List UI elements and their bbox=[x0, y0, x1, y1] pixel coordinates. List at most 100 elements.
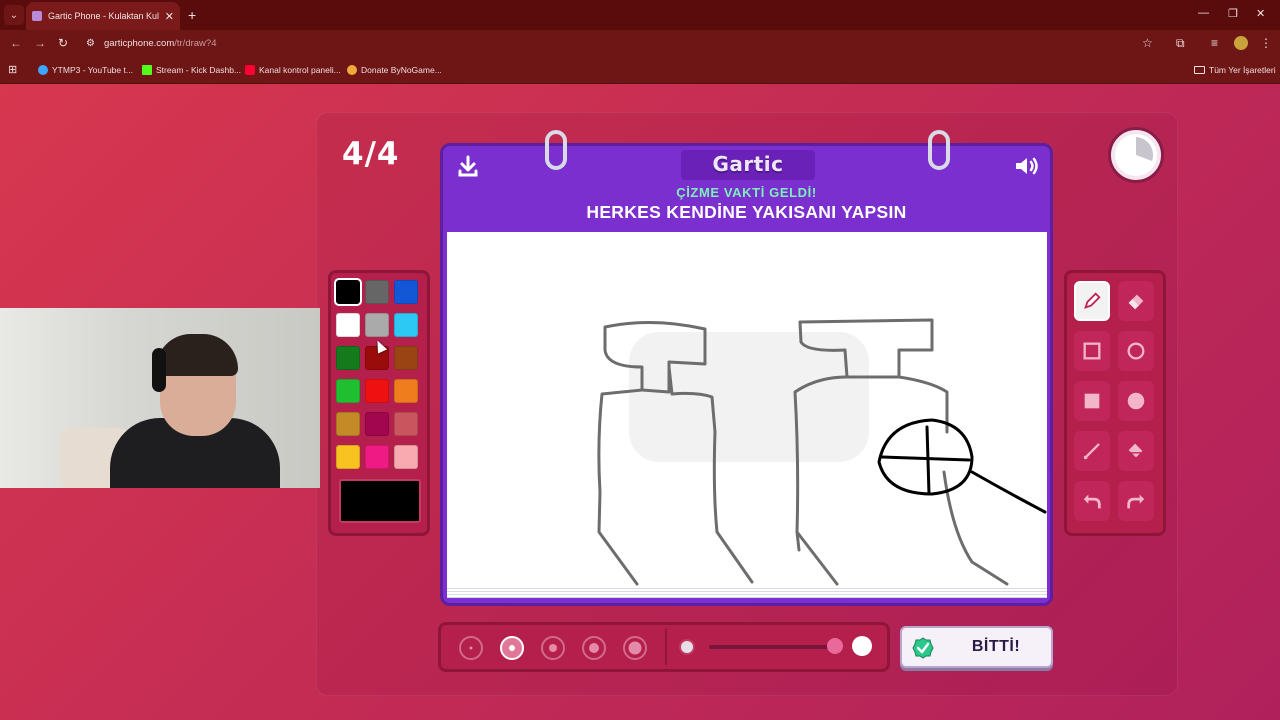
line-icon bbox=[1083, 443, 1100, 460]
done-button[interactable]: BİTTİ! bbox=[900, 626, 1053, 668]
browser-tab[interactable]: Gartic Phone - Kulaktan Kulağa ✕ bbox=[26, 2, 180, 30]
apps-icon[interactable]: ⊞ bbox=[8, 63, 17, 76]
color-swatch[interactable] bbox=[336, 445, 360, 469]
bookmark-item[interactable]: Kanal kontrol paneli... bbox=[245, 65, 341, 75]
ellipse-outline-tool[interactable] bbox=[1118, 331, 1154, 371]
square-filled-icon bbox=[1084, 393, 1100, 409]
webcam-overlay bbox=[0, 308, 320, 488]
back-icon[interactable]: ← bbox=[10, 36, 22, 50]
binder-ring-right bbox=[928, 130, 950, 170]
url-path: /tr/draw?4 bbox=[174, 38, 217, 49]
color-swatch[interactable] bbox=[365, 445, 389, 469]
timer-icon bbox=[1111, 130, 1161, 180]
undo-icon bbox=[1083, 494, 1101, 509]
color-swatch[interactable] bbox=[365, 412, 389, 436]
sound-icon[interactable] bbox=[1013, 154, 1041, 178]
color-swatch[interactable] bbox=[365, 379, 389, 403]
gartic-favicon-icon bbox=[32, 11, 42, 21]
minimize-icon[interactable]: — bbox=[1198, 7, 1209, 19]
undo-button[interactable] bbox=[1074, 481, 1110, 521]
profile-avatar[interactable] bbox=[1234, 36, 1248, 50]
color-swatch[interactable] bbox=[365, 313, 389, 337]
bookmark-label: Stream - Kick Dashb... bbox=[156, 65, 242, 75]
rectangle-fill-tool[interactable] bbox=[1074, 381, 1110, 421]
color-swatch[interactable] bbox=[336, 346, 360, 370]
brush-size-3[interactable] bbox=[541, 636, 565, 660]
color-swatch[interactable] bbox=[336, 379, 360, 403]
bookmark-star-icon[interactable]: ☆ bbox=[1142, 36, 1153, 50]
bookmark-label: Kanal kontrol paneli... bbox=[259, 65, 341, 75]
youtube-mp3-icon bbox=[38, 65, 48, 75]
reload-icon[interactable]: ↻ bbox=[58, 36, 68, 50]
binder-ring-left bbox=[545, 130, 567, 170]
color-swatch[interactable] bbox=[394, 346, 418, 370]
url-field[interactable]: garticphone.com/tr/draw?4 bbox=[104, 38, 216, 49]
rectangle-outline-tool[interactable] bbox=[1074, 331, 1110, 371]
color-swatch[interactable] bbox=[394, 313, 418, 337]
circle-filled-icon bbox=[1127, 392, 1145, 410]
site-info-icon[interactable]: ⚙ bbox=[86, 38, 95, 49]
all-bookmarks[interactable]: Tüm Yer İşaretleri bbox=[1194, 65, 1276, 75]
opacity-slider-handle[interactable] bbox=[827, 638, 843, 654]
fill-bucket-tool[interactable] bbox=[1118, 431, 1154, 471]
bookmark-label: YTMP3 - YouTube t... bbox=[52, 65, 133, 75]
line-tool[interactable] bbox=[1074, 431, 1110, 471]
square-outline-icon bbox=[1083, 342, 1101, 360]
bookmark-item[interactable]: Donate ByNoGame... bbox=[347, 65, 442, 75]
brush-size-5[interactable] bbox=[623, 636, 647, 660]
bookmark-item[interactable]: Stream - Kick Dashb... bbox=[142, 65, 241, 75]
color-swatch[interactable] bbox=[365, 280, 389, 304]
round-counter: 4/4 bbox=[342, 136, 400, 172]
all-bookmarks-label: Tüm Yer İşaretleri bbox=[1209, 65, 1276, 75]
menu-icon[interactable]: ⋮ bbox=[1260, 36, 1272, 50]
media-icon[interactable]: ≡ bbox=[1211, 36, 1218, 50]
bookmark-item[interactable]: YTMP3 - YouTube t... bbox=[38, 65, 133, 75]
brush-size-1[interactable] bbox=[459, 636, 483, 660]
tab-close-icon[interactable]: ✕ bbox=[165, 10, 174, 23]
brush-size-4[interactable] bbox=[582, 636, 606, 660]
color-swatch[interactable] bbox=[394, 412, 418, 436]
color-swatch[interactable] bbox=[394, 445, 418, 469]
redo-icon bbox=[1127, 494, 1145, 509]
address-bar: ← → ↻ ⚙ garticphone.com/tr/draw?4 ☆ ⧉ ≡ … bbox=[0, 30, 1280, 58]
gartic-logo: Gartic bbox=[681, 150, 815, 180]
new-tab-icon[interactable]: + bbox=[188, 7, 196, 23]
forward-icon[interactable]: → bbox=[34, 36, 46, 50]
drawing-notebook: Gartic ÇİZME VAKTİ GELDİ! HERKES KENDİNE… bbox=[440, 130, 1053, 606]
eraser-tool[interactable] bbox=[1118, 281, 1154, 321]
bookmark-label: Donate ByNoGame... bbox=[361, 65, 442, 75]
download-icon[interactable] bbox=[456, 154, 480, 178]
brush-size-2[interactable] bbox=[500, 636, 524, 660]
notebook-pages bbox=[447, 586, 1047, 598]
logo-text: Gartic bbox=[712, 152, 784, 176]
restore-icon[interactable]: ❐ bbox=[1228, 7, 1238, 20]
tab-list-button[interactable]: ⌄ bbox=[4, 5, 24, 25]
color-swatch[interactable] bbox=[334, 278, 362, 306]
color-swatch[interactable] bbox=[394, 280, 418, 304]
color-swatch[interactable] bbox=[394, 379, 418, 403]
brush-options-bar bbox=[438, 622, 890, 672]
tools-panel bbox=[1064, 270, 1166, 536]
drawing-strokes-black bbox=[877, 418, 1047, 514]
paint-bucket-icon bbox=[1128, 443, 1144, 458]
youtube-studio-icon bbox=[245, 65, 255, 75]
extensions-icon[interactable]: ⧉ bbox=[1176, 36, 1185, 51]
eraser-icon bbox=[1128, 294, 1144, 310]
ellipse-fill-tool[interactable] bbox=[1118, 381, 1154, 421]
window-close-icon[interactable]: ✕ bbox=[1256, 7, 1265, 20]
prompt-title: HERKES KENDİNE YAKISANI YAPSIN bbox=[586, 202, 907, 222]
color-swatch[interactable] bbox=[336, 313, 360, 337]
done-label: BİTTİ! bbox=[971, 638, 1021, 655]
folder-icon bbox=[1194, 66, 1205, 74]
color-swatch[interactable] bbox=[336, 412, 360, 436]
pencil-tool[interactable] bbox=[1074, 281, 1110, 321]
drawing-canvas[interactable] bbox=[447, 232, 1047, 586]
opacity-max-icon bbox=[852, 636, 872, 656]
bookmarks-bar: ⊞ YTMP3 - YouTube t... Stream - Kick Das… bbox=[0, 58, 1280, 84]
opacity-slider[interactable] bbox=[709, 645, 839, 649]
notebook-header: Gartic ÇİZME VAKTİ GELDİ! HERKES KENDİNE… bbox=[443, 146, 1050, 231]
url-host: garticphone.com bbox=[104, 38, 175, 49]
redo-button[interactable] bbox=[1118, 481, 1154, 521]
phase-subtitle: ÇİZME VAKTİ GELDİ! bbox=[676, 185, 817, 200]
circle-outline-icon bbox=[1127, 342, 1145, 360]
